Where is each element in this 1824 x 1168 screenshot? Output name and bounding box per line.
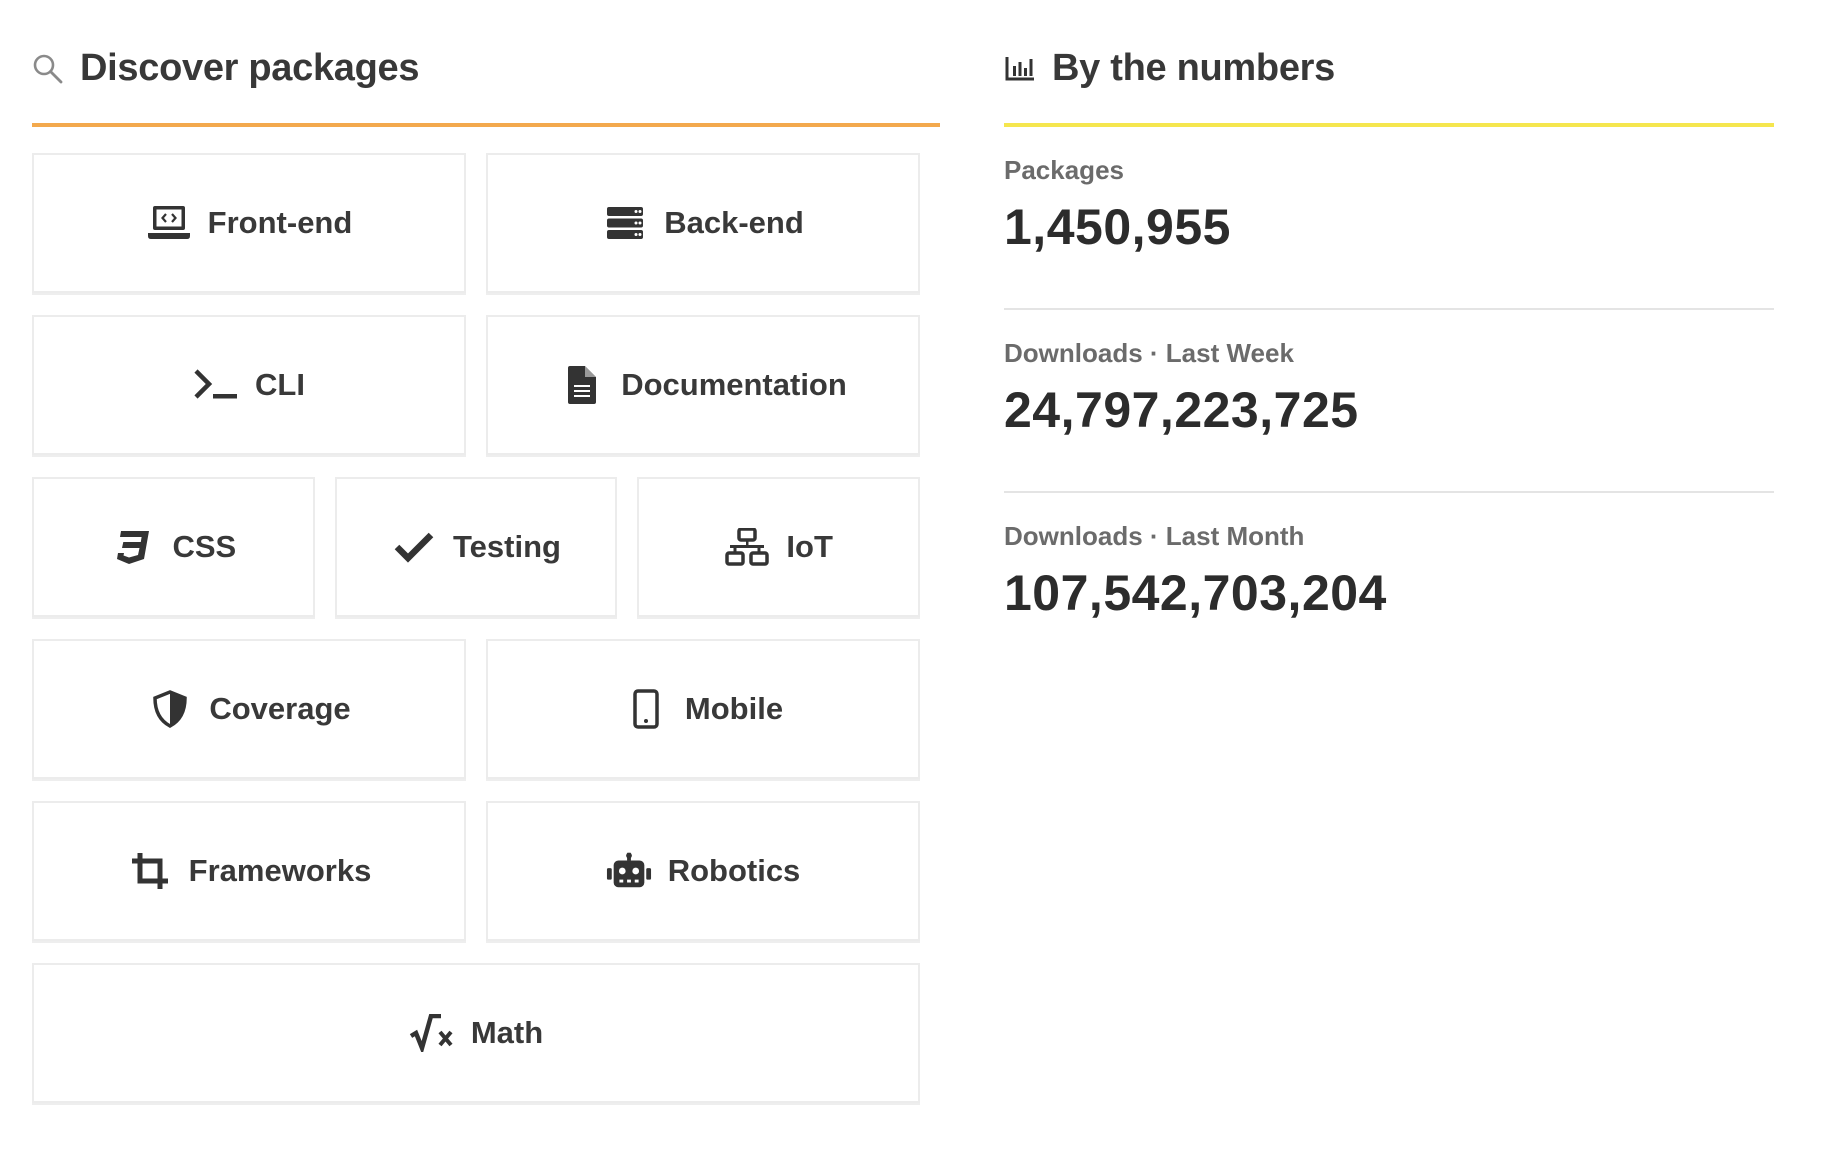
- stat-label: Downloads · Last Week: [1004, 338, 1294, 368]
- category-tile-documentation[interactable]: Documentation: [486, 315, 920, 455]
- document-icon: [559, 365, 605, 405]
- by-the-numbers-title: By the numbers: [1052, 47, 1335, 89]
- category-label: Back-end: [664, 205, 804, 240]
- category-row: Frameworks Robotics: [32, 801, 920, 941]
- stat-value: 1,450,955: [1004, 199, 1231, 255]
- category-label: CSS: [172, 529, 237, 564]
- page-root: Discover packages Front-end Back-end CLI…: [0, 0, 1824, 1168]
- server-icon: [602, 203, 648, 243]
- category-tile-robotics[interactable]: Robotics: [486, 801, 920, 941]
- search-icon: [32, 53, 64, 85]
- discover-packages-title: Discover packages: [80, 47, 420, 89]
- category-tile-coverage[interactable]: Coverage: [32, 639, 466, 779]
- category-tile-front-end[interactable]: Front-end: [32, 153, 466, 293]
- shield-icon: [147, 689, 193, 729]
- category-tile-cli[interactable]: CLI: [32, 315, 466, 455]
- stat-label: Packages: [1004, 155, 1124, 185]
- category-label: Frameworks: [188, 853, 372, 888]
- category-grid: Front-end Back-end CLI Documentation CSS…: [32, 153, 921, 1103]
- stat-value: 24,797,223,725: [1004, 382, 1359, 438]
- laptop-code-icon: [146, 203, 192, 243]
- by-the-numbers-section: By the numbers Packages 1,450,955 Downlo…: [1004, 0, 1774, 676]
- network-icon: [724, 527, 770, 567]
- category-row: Coverage Mobile: [32, 639, 920, 779]
- mobile-phone-icon: [623, 689, 669, 729]
- category-label: IoT: [786, 529, 833, 564]
- category-label: Coverage: [209, 691, 351, 726]
- category-label: Robotics: [667, 853, 801, 888]
- category-label: Testing: [453, 529, 561, 564]
- stat-downloads-last-month: Downloads · Last Month 107,542,703,204: [1004, 493, 1774, 676]
- category-label: Mobile: [684, 691, 784, 726]
- category-row: CSS Testing IoT: [32, 477, 921, 617]
- category-label: Math: [470, 1015, 544, 1050]
- category-tile-frameworks[interactable]: Frameworks: [32, 801, 466, 941]
- stat-packages: Packages 1,450,955: [1004, 127, 1774, 310]
- category-label: Documentation: [621, 367, 847, 402]
- square-root-icon: [409, 1013, 455, 1053]
- bar-chart-icon: [1004, 53, 1036, 85]
- by-the-numbers-header: By the numbers: [1004, 0, 1774, 123]
- category-label: Front-end: [207, 205, 353, 240]
- category-tile-back-end[interactable]: Back-end: [486, 153, 920, 293]
- category-tile-css[interactable]: CSS: [32, 477, 315, 617]
- stat-downloads-last-week: Downloads · Last Week 24,797,223,725: [1004, 310, 1774, 493]
- category-row: Math: [32, 963, 920, 1103]
- stats-list: Packages 1,450,955 Downloads · Last Week…: [1004, 127, 1774, 676]
- category-tile-iot[interactable]: IoT: [637, 477, 921, 617]
- terminal-icon: [193, 365, 239, 405]
- crop-icon: [127, 851, 173, 891]
- category-tile-mobile[interactable]: Mobile: [486, 639, 920, 779]
- category-row: Front-end Back-end: [32, 153, 920, 293]
- category-tile-testing[interactable]: Testing: [334, 477, 618, 617]
- category-label: CLI: [255, 367, 305, 402]
- discover-packages-header: Discover packages: [32, 0, 940, 123]
- robot-icon: [606, 851, 652, 891]
- stat-label: Downloads · Last Month: [1004, 521, 1305, 551]
- discover-packages-section: Discover packages Front-end Back-end CLI…: [32, 0, 940, 1125]
- discover-accent-rule: [32, 123, 940, 127]
- css3-icon: [110, 527, 156, 567]
- stat-value: 107,542,703,204: [1004, 565, 1387, 621]
- checkmark-icon: [391, 527, 437, 567]
- category-row: CLI Documentation: [32, 315, 920, 455]
- category-tile-math[interactable]: Math: [32, 963, 920, 1103]
